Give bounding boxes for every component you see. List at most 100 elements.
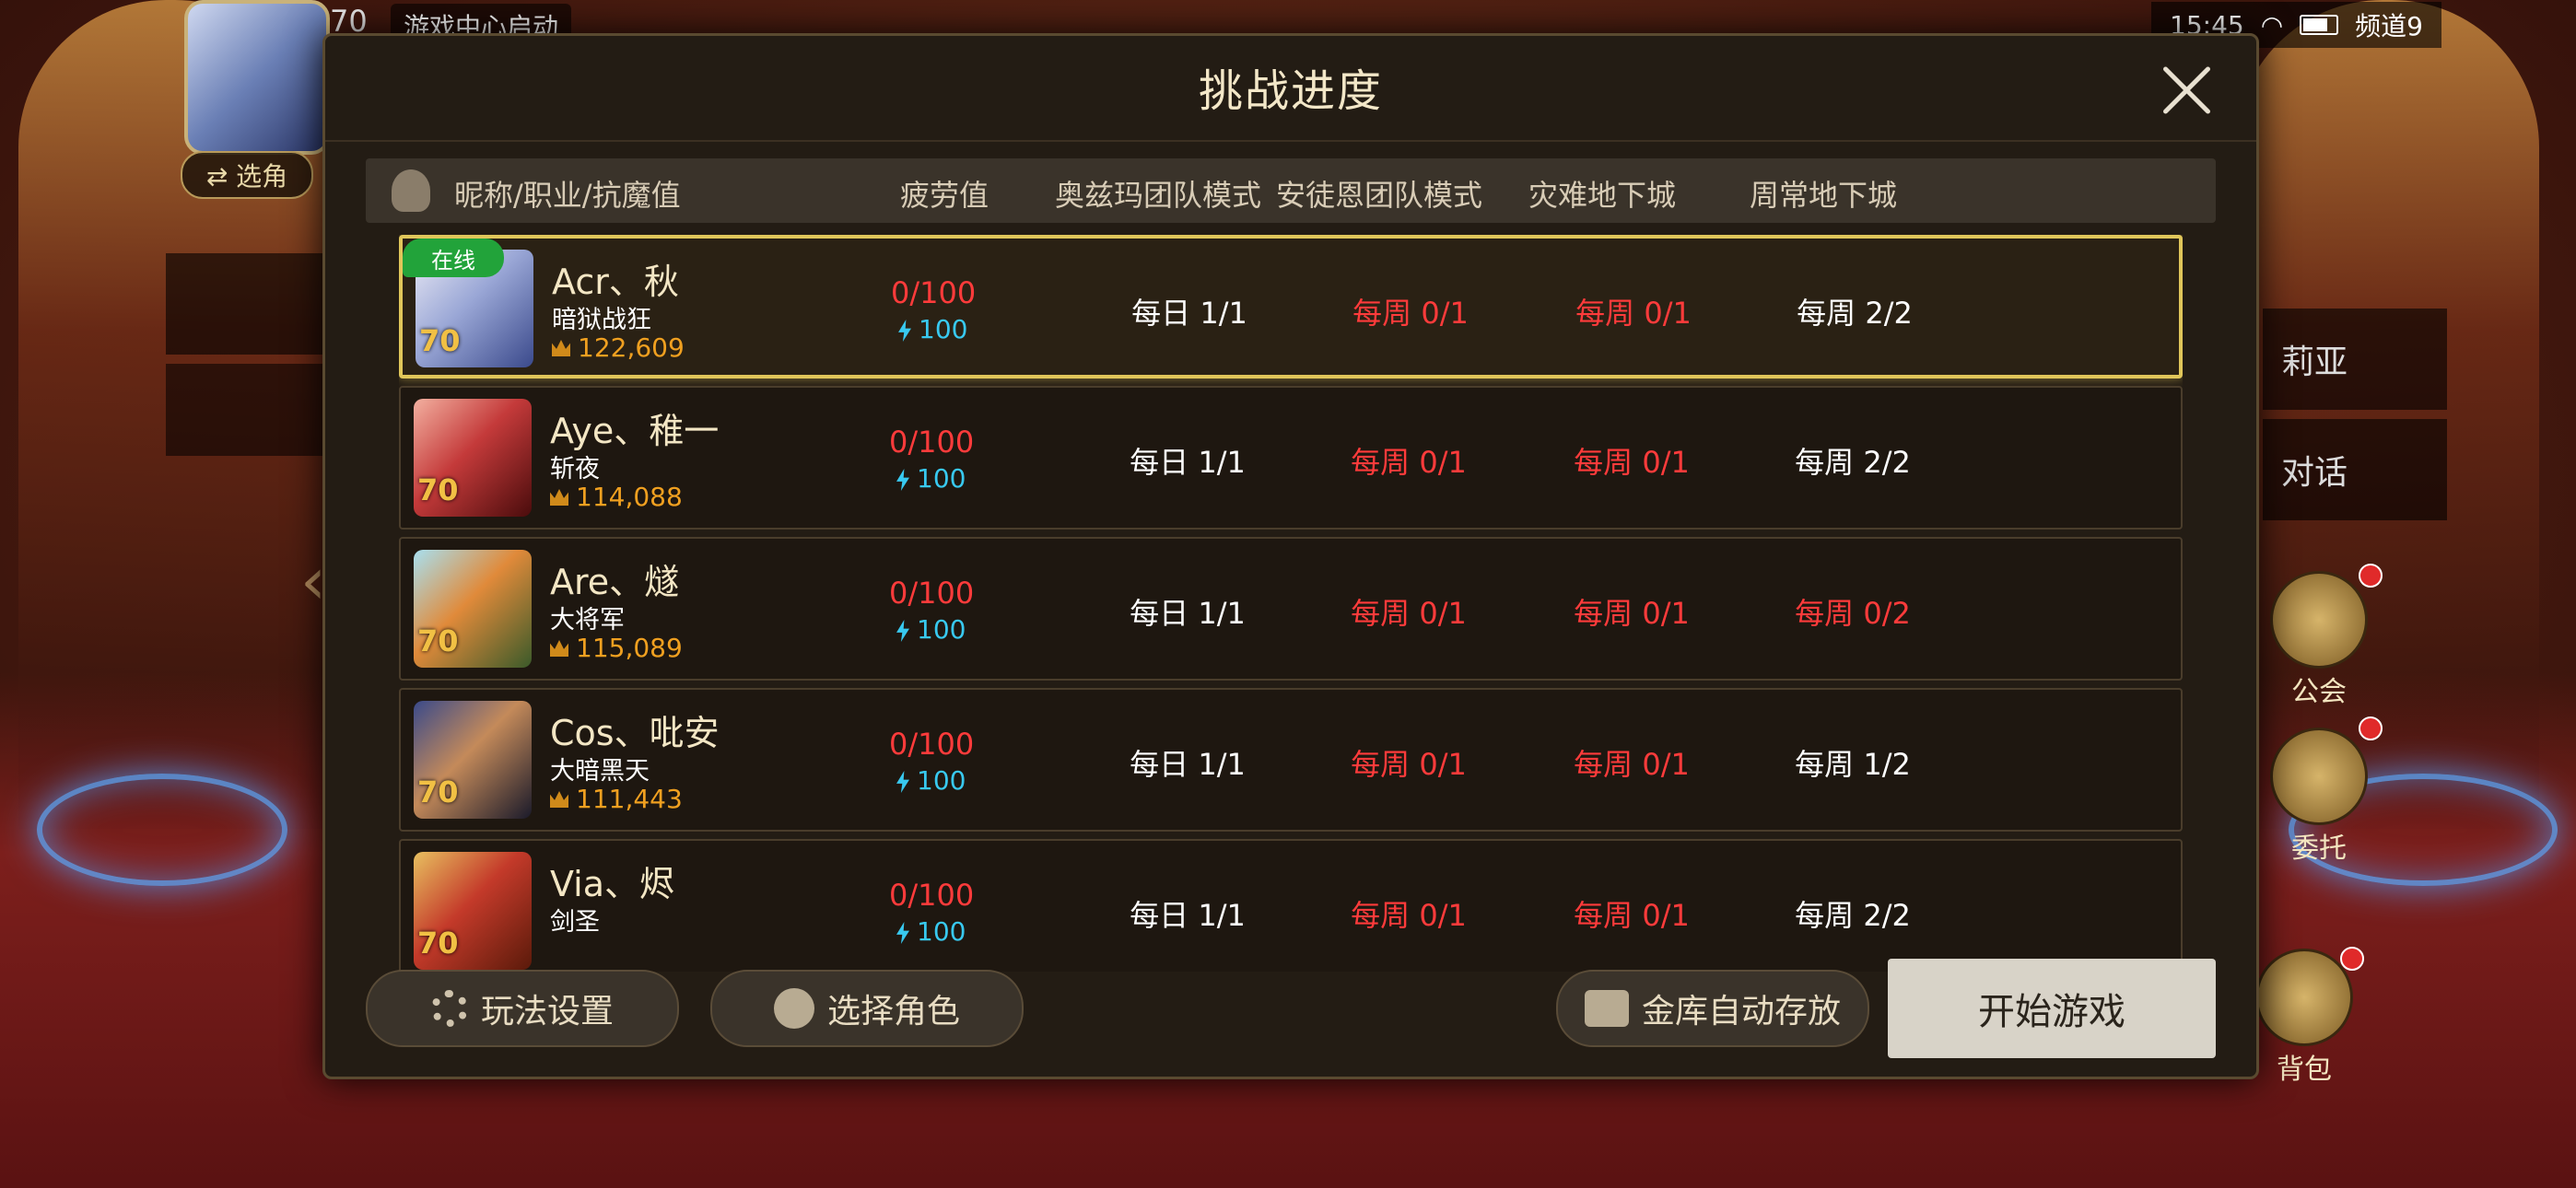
lightning-icon (896, 469, 909, 491)
character-power: 122,609 (552, 332, 685, 363)
character-list[interactable]: 在线 70 Acr、秋 暗狱战狂 122,609 0/100 100 每日 1/… (399, 235, 2183, 972)
fatigue-value: 0/100 (891, 275, 977, 310)
character-power: 115,089 (550, 633, 683, 663)
play-settings-button[interactable]: 玩法设置 (366, 970, 679, 1047)
disaster-progress: 每周 0/1 (1574, 445, 1690, 480)
ozma-progress: 每日 1/1 (1130, 445, 1246, 480)
table-header: 昵称/职业/抗魔值 疲劳值 奥兹玛团队模式 安徒恩团队模式 灾难地下城 周常地下… (366, 158, 2216, 223)
lightning-icon (896, 922, 909, 944)
character-class: 大将军 (550, 606, 625, 635)
fatigue-value: 0/100 (889, 727, 975, 762)
character-name: Via、烬 (550, 864, 675, 904)
channel-label: 频道9 (2355, 11, 2423, 41)
title-divider (325, 140, 2256, 142)
online-badge: 在线 (403, 239, 504, 277)
switch-character-button[interactable]: ⇄ 选角 (181, 151, 313, 199)
play-settings-label: 玩法设置 (480, 993, 614, 1031)
ozma-progress: 每日 1/1 (1130, 898, 1246, 933)
disaster-progress: 每周 0/1 (1575, 296, 1692, 331)
disaster-progress: 每周 0/1 (1574, 747, 1690, 782)
energy-value: 100 (898, 314, 967, 344)
wifi-icon: ◠ (2260, 9, 2284, 41)
start-game-button[interactable]: 开始游戏 (1888, 959, 2216, 1058)
bag-icon (2255, 949, 2353, 1046)
character-level: 70 (417, 775, 459, 809)
energy-value: 100 (896, 463, 966, 494)
power-value: 114,088 (576, 482, 683, 512)
power-value: 111,443 (576, 784, 683, 814)
ozma-progress: 每日 1/1 (1130, 747, 1246, 782)
character-name: Cos、吡安 (550, 713, 720, 753)
character-name: Are、燧 (550, 562, 680, 602)
weekly-progress: 每周 0/2 (1795, 596, 1911, 631)
character-row[interactable]: 70 Via、烬 剑圣 0/100 100 每日 1/1 每周 0/1 每周 0… (399, 839, 2183, 972)
energy-value: 100 (896, 916, 966, 947)
fatigue-value: 0/100 (889, 576, 975, 611)
quest-tracker-1[interactable] (166, 253, 322, 355)
character-level: 70 (419, 323, 461, 358)
crown-icon (550, 489, 568, 506)
guild-icon (2270, 571, 2368, 669)
commission-icon (2270, 728, 2368, 825)
player-avatar[interactable] (184, 0, 330, 155)
power-value: 122,609 (578, 332, 685, 363)
npc-panel-1[interactable]: 莉亚 (2263, 309, 2447, 410)
crown-icon (550, 791, 568, 808)
header-name: 昵称/职业/抗魔值 (454, 178, 681, 213)
weekly-progress: 每周 2/2 (1797, 296, 1913, 331)
lightning-icon (896, 620, 909, 642)
ozma-progress: 每日 1/1 (1131, 296, 1247, 331)
lightning-icon (896, 771, 909, 793)
character-name: Acr、秋 (552, 262, 679, 302)
fatigue-value: 0/100 (889, 425, 975, 460)
bag-label: 背包 (2277, 1054, 2332, 1086)
antoine-progress: 每周 0/1 (1352, 296, 1469, 331)
character-icon (773, 988, 814, 1029)
guild-label: 公会 (2291, 676, 2347, 708)
energy-value: 100 (896, 614, 966, 645)
commission-notification-dot (2359, 716, 2383, 740)
character-level: 70 (417, 926, 459, 961)
character-row[interactable]: 在线 70 Acr、秋 暗狱战狂 122,609 0/100 100 每日 1/… (399, 235, 2183, 379)
header-antoine: 安徒恩团队模式 (1276, 178, 1483, 213)
crown-icon (550, 640, 568, 657)
guild-button[interactable]: 公会 (2259, 571, 2379, 709)
npc-name-label: 莉亚 (2281, 344, 2348, 381)
helmet-icon (392, 169, 430, 212)
close-icon[interactable] (2155, 58, 2219, 122)
crown-icon (552, 340, 570, 356)
power-value: 115,089 (576, 633, 683, 663)
character-level: 70 (417, 623, 459, 658)
select-role-button[interactable]: 选择角色 (710, 970, 1024, 1047)
dialog-title: 挑战进度 (1198, 65, 1383, 117)
lightning-icon (898, 320, 911, 342)
character-class: 暗狱战狂 (552, 306, 651, 334)
weekly-progress: 每周 2/2 (1795, 898, 1911, 933)
vault-auto-store-button[interactable]: 金库自动存放 (1556, 970, 1869, 1047)
vault-icon (1584, 990, 1629, 1027)
energy-number: 100 (917, 765, 966, 796)
guild-notification-dot (2359, 564, 2383, 588)
disaster-progress: 每周 0/1 (1574, 898, 1690, 933)
character-row[interactable]: 70 Are、燧 大将军 115,089 0/100 100 每日 1/1 每周… (399, 537, 2183, 681)
magic-circle-left (37, 774, 287, 886)
fatigue-value: 0/100 (889, 878, 975, 913)
energy-number: 100 (917, 463, 966, 494)
commission-button[interactable]: 委托 (2259, 728, 2379, 866)
select-role-label: 选择角色 (826, 993, 960, 1031)
header-disaster: 灾难地下城 (1528, 178, 1677, 213)
battery-icon (2300, 15, 2339, 35)
ozma-progress: 每日 1/1 (1130, 596, 1246, 631)
energy-number: 100 (917, 614, 966, 645)
character-class: 斩夜 (550, 455, 600, 483)
npc-panel-2[interactable]: 对话 (2263, 419, 2447, 520)
challenge-progress-dialog: 挑战进度 昵称/职业/抗魔值 疲劳值 奥兹玛团队模式 安徒恩团队模式 灾难地下城… (322, 33, 2259, 1079)
character-row[interactable]: 70 Aye、稚一 斩夜 114,088 0/100 100 每日 1/1 每周… (399, 386, 2183, 530)
header-fatigue: 疲劳值 (900, 178, 989, 213)
quest-tracker-2[interactable] (166, 364, 322, 456)
weekly-progress: 每周 1/2 (1795, 747, 1911, 782)
npc-talk-label: 对话 (2281, 454, 2348, 492)
character-power: 111,443 (550, 784, 683, 814)
character-row[interactable]: 70 Cos、吡安 大暗黑天 111,443 0/100 100 每日 1/1 … (399, 688, 2183, 832)
antoine-progress: 每周 0/1 (1351, 596, 1467, 631)
